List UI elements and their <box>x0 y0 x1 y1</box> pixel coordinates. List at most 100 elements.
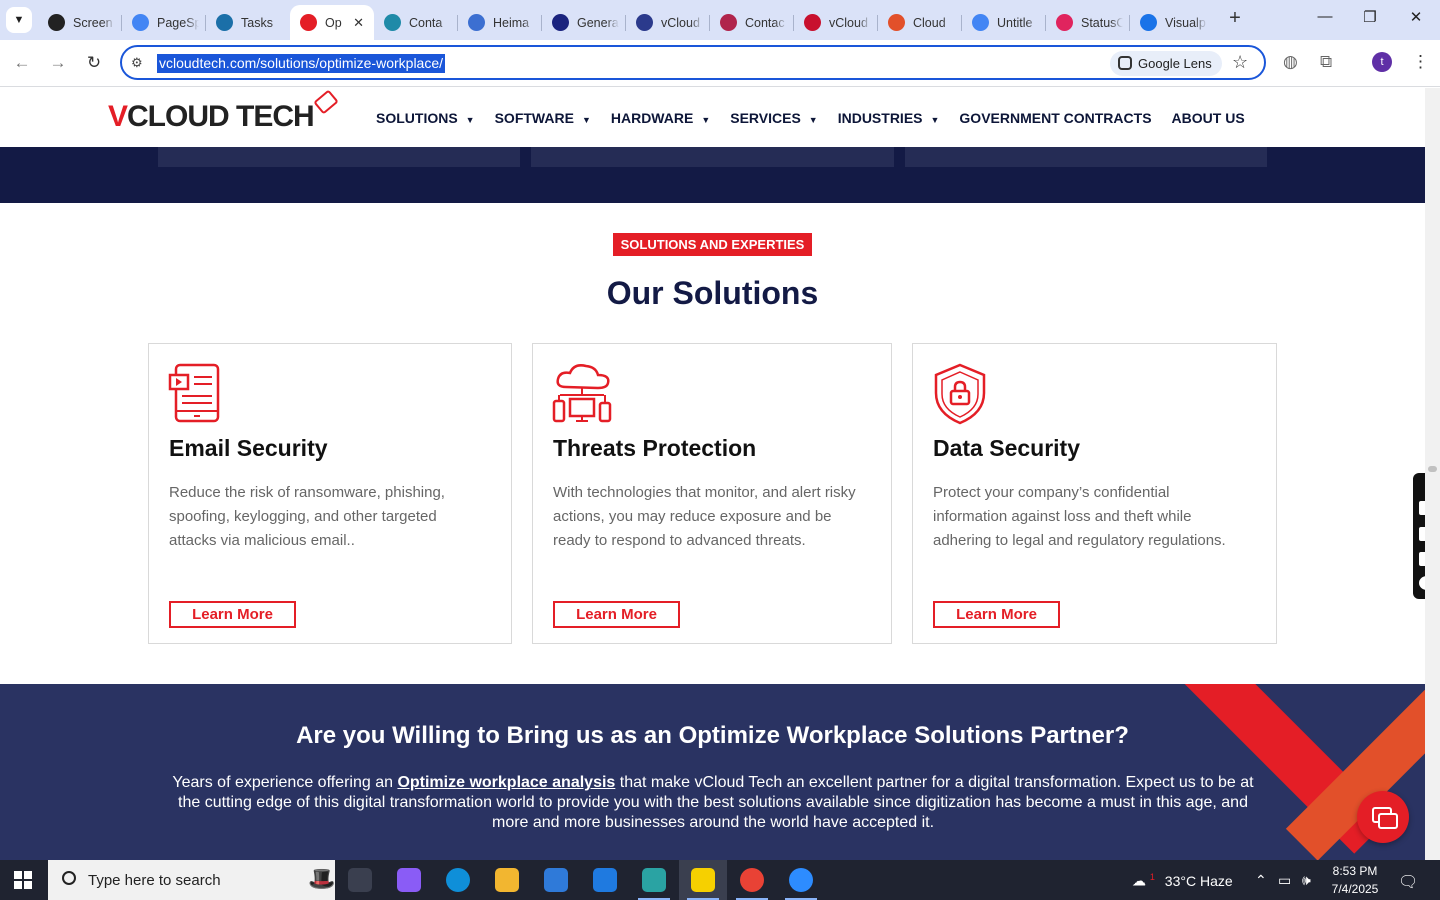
taskbar-app[interactable] <box>728 860 776 900</box>
new-tab-button[interactable]: + <box>1224 8 1246 30</box>
back-button[interactable]: ← <box>11 52 33 74</box>
heimdal-icon <box>468 14 485 31</box>
caret-down-icon: ▼ <box>581 115 591 125</box>
close-tab-icon[interactable]: ✕ <box>353 15 364 31</box>
nav-item-industries[interactable]: INDUSTRIES ▼ <box>838 110 940 126</box>
minimize-button[interactable]: — <box>1310 8 1340 25</box>
volume-icon[interactable]: 🕪 <box>1302 872 1311 889</box>
tab[interactable]: PageSp <box>122 5 206 40</box>
taskbar-app[interactable] <box>630 860 678 900</box>
taskbar-app[interactable] <box>434 860 482 900</box>
nav-label: GOVERNMENT CONTRACTS <box>959 110 1152 126</box>
section-kicker: SOLUTIONS AND EXPERTIES <box>613 233 812 256</box>
taskbar-app[interactable] <box>532 860 580 900</box>
windows-taskbar: Type here to search 🎩 ☁ 1 33°C Haze ⌃ ▭ … <box>0 860 1440 900</box>
solutions-section: SOLUTIONS AND EXPERTIES Our Solutions Em… <box>0 203 1425 684</box>
nav-label: SERVICES <box>730 110 801 126</box>
tray-chevron-icon[interactable]: ⌃ <box>1255 872 1267 889</box>
address-bar[interactable]: ⚙ vcloudtech.com/solutions/optimize-work… <box>120 45 1266 80</box>
nav-item-government-contracts[interactable]: GOVERNMENT CONTRACTS <box>959 110 1151 126</box>
site-info-icon[interactable]: ⚙ <box>131 55 143 71</box>
contact-icon <box>384 14 401 31</box>
cta-text-start: Years of experience offering an <box>172 774 398 791</box>
search-icon <box>62 871 76 885</box>
clock[interactable]: 8:53 PM 7/4/2025 <box>1330 862 1380 898</box>
translate-icon[interactable]: ◍ <box>1283 52 1298 72</box>
pagespeed-icon <box>132 14 149 31</box>
taskbar-search[interactable]: Type here to search 🎩 <box>48 860 335 900</box>
screencast-icon <box>48 14 65 31</box>
nav-item-solutions[interactable]: SOLUTIONS ▼ <box>376 110 475 126</box>
windows-start-icon[interactable] <box>14 871 32 889</box>
tab[interactable]: vCloud <box>794 5 878 40</box>
nav-item-about-us[interactable]: ABOUT US <box>1172 110 1245 126</box>
taskbar-app[interactable] <box>679 860 727 900</box>
hero-band <box>0 147 1425 203</box>
tab[interactable]: Genera <box>542 5 626 40</box>
caret-down-icon: ▼ <box>930 115 940 125</box>
tab[interactable]: Cloud <box>878 5 962 40</box>
network-icon[interactable]: ▭ <box>1278 872 1291 889</box>
reload-button[interactable]: ↻ <box>83 52 105 74</box>
profile-avatar[interactable]: t <box>1372 52 1392 72</box>
solution-card: Email Security Reduce the risk of ransom… <box>148 343 512 644</box>
forward-button[interactable]: → <box>47 52 69 74</box>
taskbar-app[interactable] <box>336 860 384 900</box>
tab[interactable]: Heima <box>458 5 542 40</box>
chat-button[interactable] <box>1357 791 1409 843</box>
tab-title: vCloud <box>829 15 868 30</box>
close-window-button[interactable]: ✕ <box>1401 8 1431 26</box>
url-text[interactable]: vcloudtech.com/solutions/optimize-workpl… <box>157 54 446 73</box>
solution-card: Threats Protection With technologies tha… <box>532 343 892 644</box>
tab[interactable]: StatusC <box>1046 5 1130 40</box>
menu-icon[interactable]: ⋮ <box>1412 52 1429 72</box>
weather-widget[interactable]: ☁ 1 33°C Haze <box>1132 872 1233 890</box>
nav-item-services[interactable]: SERVICES ▼ <box>730 110 817 126</box>
cta-text: Years of experience offering an Optimize… <box>160 773 1266 833</box>
notifications-icon[interactable]: 🗨 <box>1398 872 1418 892</box>
logo-tag-icon <box>312 89 339 115</box>
page-scrollbar[interactable] <box>1425 88 1440 860</box>
learn-more-button[interactable]: Learn More <box>169 601 296 628</box>
arrow-right-icon: → <box>49 53 67 72</box>
cta-heading: Are you Willing to Bring us as an Optimi… <box>296 722 1129 749</box>
tab[interactable]: vCloud <box>626 5 710 40</box>
taskbar-app[interactable] <box>581 860 629 900</box>
tab[interactable]: Tasks <box>206 5 290 40</box>
optimize-workplace-link[interactable]: Optimize workplace analysis <box>397 774 615 791</box>
maximize-button[interactable]: ❐ <box>1355 8 1385 26</box>
solution-card: Data Security Protect your company’s con… <box>912 343 1277 644</box>
nav-label: ABOUT US <box>1171 110 1245 126</box>
google-lens-label: Google Lens <box>1138 56 1212 71</box>
browser-toolbar: ← → ↻ ⚙ vcloudtech.com/solutions/optimiz… <box>0 40 1440 87</box>
tab-title: StatusC <box>1081 15 1123 30</box>
nav-item-hardware[interactable]: HARDWARE ▼ <box>611 110 710 126</box>
google-lens-button[interactable]: Google Lens <box>1110 51 1222 76</box>
tab-search-button[interactable]: ▼ <box>6 7 32 33</box>
site-header: VCLOUD TECH SOLUTIONS ▼ SOFTWARE ▼ HARDWARE ▼… <box>0 88 1425 147</box>
tab[interactable]: Untitle <box>962 5 1046 40</box>
extensions-icon[interactable]: ⧉ <box>1320 52 1332 72</box>
cloud-icon <box>888 14 905 31</box>
scrollbar-thumb[interactable] <box>1428 466 1437 472</box>
tab-title: Genera <box>577 15 619 30</box>
tab[interactable]: Screen <box>38 5 122 40</box>
shield-lock-icon <box>934 363 986 425</box>
tab[interactable]: Contac <box>710 5 794 40</box>
taskbar-app[interactable] <box>483 860 531 900</box>
taskbar-app[interactable] <box>777 860 825 900</box>
tab[interactable]: Op ✕ <box>290 5 374 40</box>
tab-title: PageSp <box>157 15 199 30</box>
card-text: Reduce the risk of ransomware, phishing,… <box>169 484 445 549</box>
learn-more-button[interactable]: Learn More <box>933 601 1060 628</box>
bookmark-star-icon[interactable]: ☆ <box>1232 52 1248 73</box>
chevron-down-icon: ▼ <box>13 14 25 26</box>
tab[interactable]: Conta <box>374 5 458 40</box>
tab-title: Heima <box>493 15 530 30</box>
nav-item-software[interactable]: SOFTWARE ▼ <box>495 110 591 126</box>
site-logo[interactable]: VCLOUD TECH <box>108 89 339 134</box>
section-title: Our Solutions <box>606 275 819 311</box>
taskbar-app[interactable] <box>385 860 433 900</box>
tab[interactable]: Visualp <box>1130 5 1214 40</box>
learn-more-button[interactable]: Learn More <box>553 601 680 628</box>
